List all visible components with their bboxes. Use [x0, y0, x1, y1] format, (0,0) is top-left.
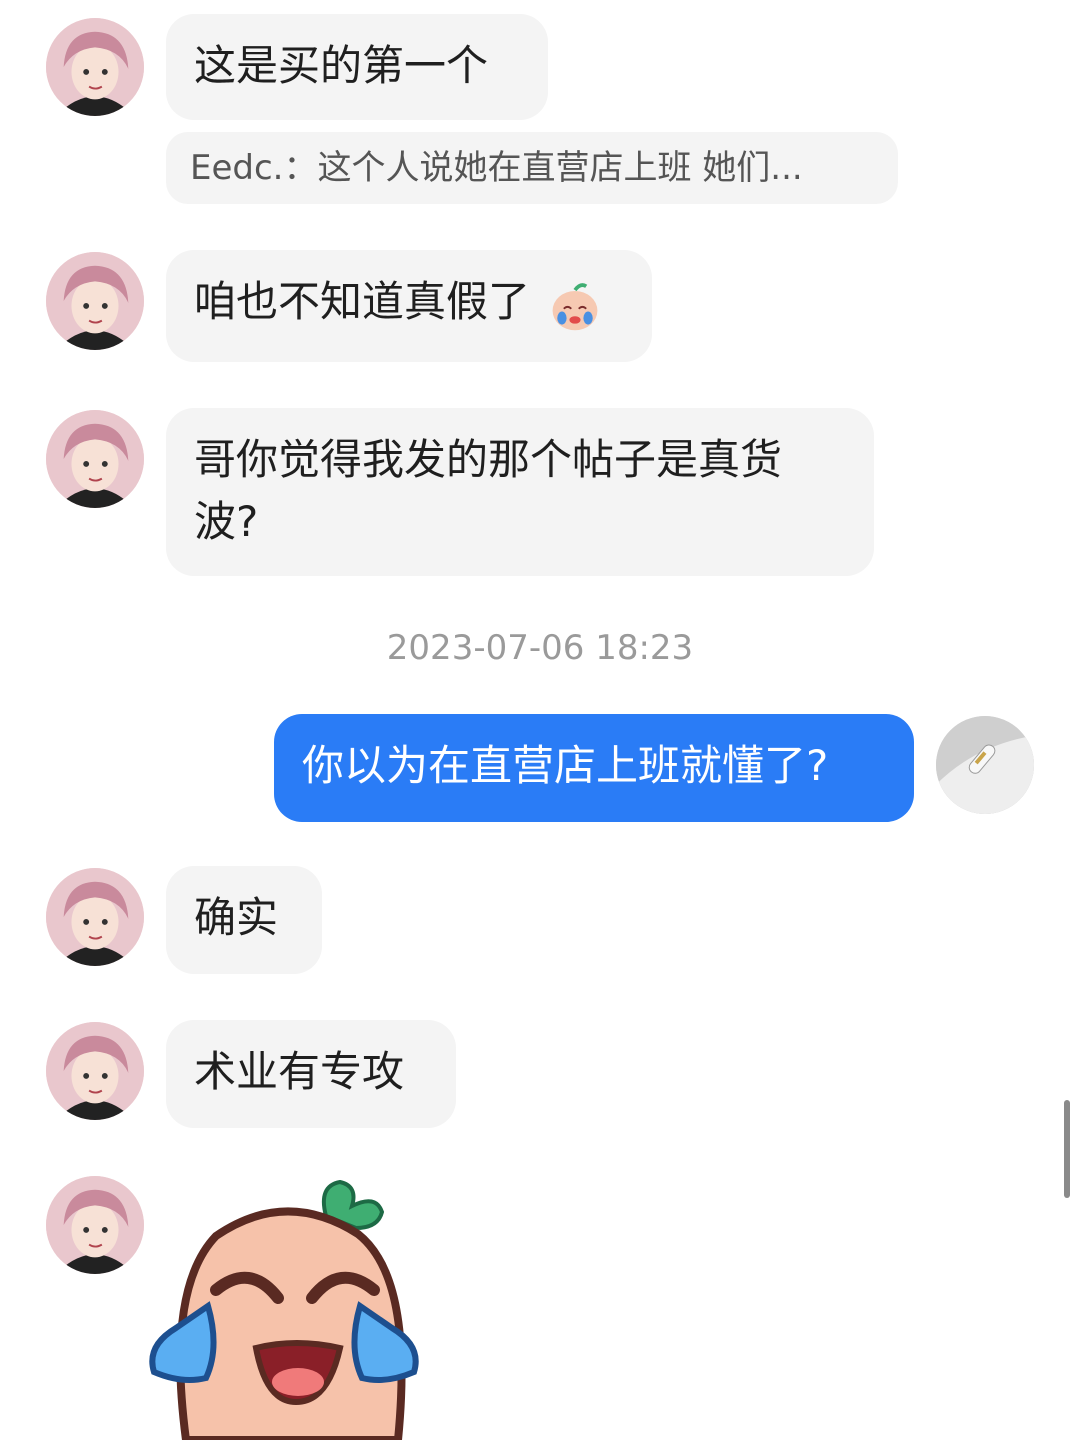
- quoted-text: Eedc.：这个人说她在直营店上班 她们...: [190, 148, 803, 188]
- message-text: 术业有专攻: [194, 1047, 405, 1096]
- message-bubble[interactable]: 这是买的第一个: [166, 14, 548, 120]
- quoted-reply[interactable]: Eedc.：这个人说她在直营店上班 她们...: [166, 132, 898, 204]
- crying-peach-emoji-icon: [547, 277, 603, 333]
- message-text: 你以为在直营店上班就懂了?: [302, 741, 829, 790]
- message-text: 这是买的第一个: [194, 41, 489, 90]
- crying-peach-sticker-icon[interactable]: [146, 1178, 432, 1444]
- self-avatar[interactable]: [936, 716, 1034, 814]
- message-text: 确实: [194, 893, 279, 942]
- timestamp: 2023-07-06 18:23: [386, 628, 694, 668]
- contact-avatar[interactable]: [46, 18, 144, 116]
- message-text: 咱也不知道真假了: [194, 277, 531, 326]
- contact-avatar[interactable]: [46, 252, 144, 350]
- message-text: 哥你觉得我发的那个帖子是真货波?: [194, 435, 783, 546]
- contact-avatar[interactable]: [46, 410, 144, 508]
- message-bubble[interactable]: 确实: [166, 866, 322, 974]
- self-message-bubble[interactable]: 你以为在直营店上班就懂了?: [274, 714, 914, 822]
- scrollbar[interactable]: [1064, 1100, 1070, 1198]
- message-bubble[interactable]: 术业有专攻: [166, 1020, 456, 1128]
- contact-avatar[interactable]: [46, 1022, 144, 1120]
- message-bubble[interactable]: 哥你觉得我发的那个帖子是真货波?: [166, 408, 874, 576]
- contact-avatar[interactable]: [46, 1176, 144, 1274]
- contact-avatar[interactable]: [46, 868, 144, 966]
- message-bubble[interactable]: 咱也不知道真假了: [166, 250, 652, 362]
- chat-view: 这是买的第一个 Eedc.：这个人说她在直营店上班 她们... 咱也不知道真假了…: [0, 0, 1080, 1444]
